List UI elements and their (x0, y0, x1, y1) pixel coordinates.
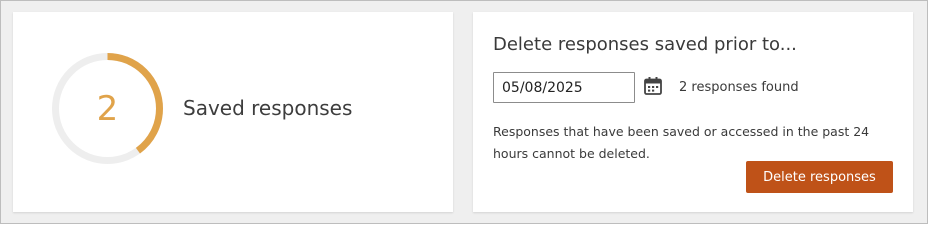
delete-responses-button[interactable]: Delete responses (746, 161, 893, 193)
saved-responses-card: 2 Saved responses (13, 12, 453, 212)
delete-responses-card: Delete responses saved prior to... 2 res… (473, 12, 913, 212)
saved-responses-label: Saved responses (183, 96, 353, 120)
deletion-note: Responses that have been saved or access… (493, 124, 870, 161)
responses-panel: 2 Saved responses Delete responses saved… (0, 0, 928, 224)
saved-count: 2 (96, 88, 119, 129)
responses-found-count: 2 responses found (679, 80, 799, 95)
date-field[interactable] (493, 72, 635, 103)
delete-panel-title: Delete responses saved prior to... (493, 34, 797, 55)
calendar-icon[interactable] (643, 76, 663, 96)
